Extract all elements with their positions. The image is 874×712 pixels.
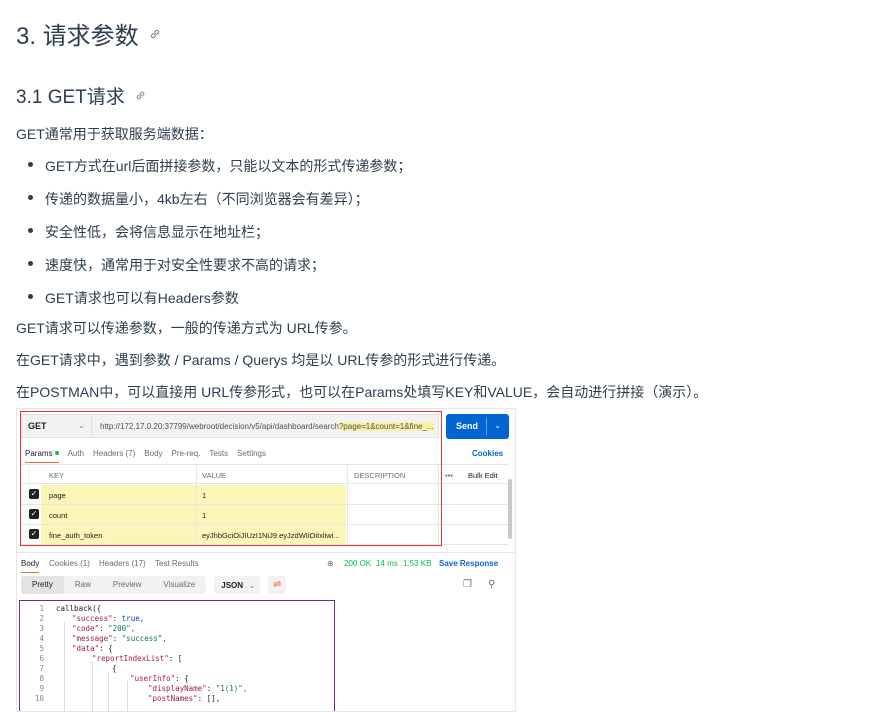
- tab-test-results[interactable]: Test Results: [155, 559, 199, 568]
- bullet-dot: [28, 195, 33, 200]
- json-value: [: [177, 654, 183, 663]
- json-value: {: [108, 644, 113, 653]
- code-line: "userInfo": {: [130, 674, 189, 683]
- line-number: 9: [39, 684, 44, 693]
- json-key: "postNames": [148, 694, 198, 703]
- json-value: "success",: [121, 634, 167, 643]
- response-time: 14 ms: [376, 559, 398, 568]
- indent-guide: [127, 681, 128, 711]
- tab-response-headers[interactable]: Headers (17): [99, 559, 146, 568]
- globe-icon: ⊕: [327, 559, 334, 568]
- indent-guide: [92, 661, 93, 711]
- json-key: "data": [72, 644, 100, 653]
- copy-icon[interactable]: ❐: [463, 579, 472, 590]
- heading-title: 3. 请求参数: [16, 23, 139, 50]
- intro-text: GET通常用于获取服务端数据：: [16, 126, 213, 142]
- line-number: 2: [39, 614, 44, 623]
- tab-response-body[interactable]: Body: [21, 559, 40, 573]
- line-number: 10: [34, 694, 44, 703]
- link-icon[interactable]: [149, 28, 161, 40]
- bullet-dot: [28, 228, 33, 233]
- bulk-edit-button[interactable]: Bulk Edit: [468, 471, 498, 480]
- format-label: JSON: [221, 581, 244, 590]
- code-line: "code": "200",: [72, 624, 136, 633]
- code-line: "displayName": "1(1)",: [148, 684, 248, 693]
- json-key: "code": [72, 624, 100, 633]
- wrap-lines-icon[interactable]: ⇌: [268, 576, 287, 594]
- link-icon[interactable]: [135, 90, 146, 101]
- indent-guide: [108, 671, 109, 711]
- code-line: "data": {: [72, 644, 113, 653]
- json-value: {: [184, 674, 189, 683]
- scrollbar[interactable]: [508, 479, 512, 539]
- code-line: "message": "success",: [72, 634, 167, 643]
- highlight-box: [20, 411, 442, 546]
- save-response-button[interactable]: Save Response: [439, 559, 498, 568]
- chevron-down-icon: ⌄: [494, 421, 501, 430]
- bullet-dot: [28, 162, 33, 167]
- list-item: GET方式在url后面拼接参数，只能以文本的形式传递参数；: [45, 158, 412, 174]
- paragraph: 在GET请求中，遇到参数 / Params / Querys 均是以 URL传参…: [16, 352, 506, 368]
- search-icon[interactable]: ⚲: [488, 579, 495, 590]
- status-code: 200 OK: [344, 559, 372, 568]
- json-key: "userInfo": [130, 674, 176, 683]
- send-button[interactable]: Send ⌄: [446, 414, 509, 439]
- json-key: "message": [72, 634, 113, 643]
- view-toolbar: Pretty Raw Preview Visualize JSON ⌄ ⇌: [21, 575, 287, 595]
- bullet-dot: [28, 261, 33, 266]
- json-value: true,: [121, 614, 145, 623]
- chevron-down-icon: ⌄: [248, 581, 256, 590]
- code-line: {: [112, 664, 117, 673]
- subheading-title: 3.1 GET请求: [16, 87, 125, 108]
- response-size: 1.53 KB: [403, 559, 432, 568]
- json-key: "reportIndexList": [92, 654, 169, 663]
- code-viewer: 1 2 3 4 5 6 7 8 9 10 callback({ "success…: [19, 600, 335, 711]
- json-value: [],: [206, 694, 221, 703]
- line-number: 1: [39, 604, 44, 613]
- line-number: 3: [39, 624, 44, 633]
- page-heading: 3. 请求参数: [16, 16, 161, 51]
- list-item: 速度快，通常用于对安全性要求不高的请求；: [45, 257, 325, 273]
- code-line: callback({: [56, 604, 102, 613]
- tab-visualize[interactable]: Visualize: [152, 576, 206, 594]
- send-label: Send: [456, 421, 479, 431]
- response-bar: Body Cookies (1) Headers (17) Test Resul…: [17, 552, 515, 574]
- tab-raw[interactable]: Raw: [64, 576, 102, 594]
- more-icon[interactable]: •••: [445, 471, 453, 480]
- line-number: 4: [39, 634, 44, 643]
- tab-response-cookies[interactable]: Cookies (1): [49, 559, 90, 568]
- cookies-link[interactable]: Cookies: [472, 449, 503, 458]
- line-number: 7: [39, 664, 44, 673]
- divider: [486, 418, 487, 435]
- json-key: "displayName": [148, 684, 207, 693]
- code-line: "success": true,: [72, 614, 145, 623]
- view-mode-tabs: Pretty Raw Preview Visualize: [21, 576, 207, 594]
- json-key: "success": [72, 614, 113, 623]
- tab-preview[interactable]: Preview: [102, 576, 152, 594]
- json-value: "1(1)",: [215, 684, 248, 693]
- line-number: 6: [39, 654, 44, 663]
- code-line: "postNames": [],: [148, 694, 221, 703]
- bullet-dot: [28, 294, 33, 299]
- json-value: "200",: [108, 624, 136, 633]
- line-number: 8: [39, 674, 44, 683]
- list-item: 安全性低，会将信息显示在地址栏；: [45, 224, 269, 240]
- postman-screenshot: GET ⌄ http://172.17.0.20:37799/webroot/d…: [16, 408, 516, 712]
- subsection-heading: 3.1 GET请求: [16, 82, 146, 109]
- format-select[interactable]: JSON ⌄: [214, 576, 261, 594]
- list-item: 传递的数据量小，4kb左右（不同浏览器会有差异）；: [45, 191, 369, 207]
- line-number: 5: [39, 644, 44, 653]
- tab-pretty[interactable]: Pretty: [21, 576, 64, 594]
- indent-guide: [64, 621, 65, 711]
- paragraph: 在POSTMAN中，可以直接用 URL传参形式，也可以在Params处填写KEY…: [16, 384, 708, 400]
- code-line: "reportIndexList": [: [92, 654, 183, 663]
- paragraph: GET请求可以传递参数，一般的传递方式为 URL传参。: [16, 320, 357, 336]
- list-item: GET请求也可以有Headers参数: [45, 290, 239, 306]
